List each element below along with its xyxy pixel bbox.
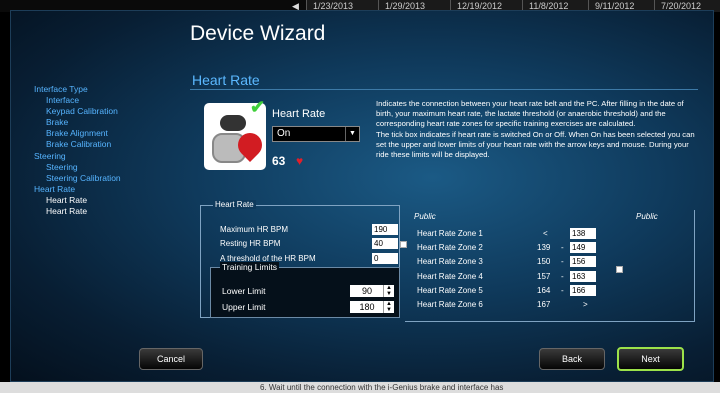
back-button[interactable]: Back	[539, 348, 605, 370]
zone-4-separator: -	[561, 272, 564, 281]
device-wizard-dialog	[10, 10, 714, 382]
zone-2-lower: 139	[537, 243, 551, 252]
zone-2-separator: -	[561, 243, 564, 252]
max-hr-label: Maximum HR BPM	[220, 225, 289, 234]
zone-1-label: Heart Rate Zone 1	[417, 229, 483, 238]
zone-6-label: Heart Rate Zone 6	[417, 300, 483, 309]
heart-rate-panel-title: Heart Rate	[213, 200, 256, 209]
training-limits-title: Training Limits	[220, 262, 279, 272]
nav-heart-rate-group[interactable]: Heart Rate	[34, 184, 75, 194]
heart-rate-label: Heart Rate	[272, 108, 326, 120]
lower-limit-label: Lower Limit	[222, 286, 266, 296]
resting-hr-input[interactable]: 40	[372, 238, 398, 249]
zone-3-lower: 150	[537, 257, 551, 266]
nav-steering-calibration[interactable]: Steering Calibration	[46, 173, 121, 183]
zone-1-upper-input[interactable]: 138	[570, 228, 596, 239]
section-title: Heart Rate	[192, 72, 260, 88]
chest-belt-graphic	[220, 115, 246, 131]
nav-interface[interactable]: Interface	[46, 95, 79, 105]
nav-steering-group[interactable]: Steering	[34, 151, 66, 161]
resting-hr-label: Resting HR BPM	[220, 239, 281, 248]
zone-6-separator: >	[583, 300, 588, 309]
zone-5-lower: 164	[537, 286, 551, 295]
description-body: Indicates the connection between your he…	[376, 99, 695, 160]
zone-2-upper-input[interactable]: 149	[570, 242, 596, 253]
nav-interface-type[interactable]: Interface Type	[34, 84, 88, 94]
zones-public-checkbox[interactable]	[616, 266, 623, 273]
zone-5-label: Heart Rate Zone 5	[417, 286, 483, 295]
max-hr-input[interactable]: 190	[372, 224, 398, 235]
description-text: Indicates the connection between your he…	[376, 99, 696, 194]
cancel-button[interactable]: Cancel	[139, 348, 203, 370]
zone-3-separator: -	[561, 257, 564, 266]
dialog-title: Device Wizard	[190, 22, 326, 45]
public-label-right: Public	[636, 212, 658, 221]
chevron-down-icon[interactable]: ▼	[345, 127, 359, 141]
upper-limit-spinner-icon[interactable]: ▲ ▼	[383, 301, 394, 313]
zone-4-lower: 157	[537, 272, 551, 281]
threshold-hr-input[interactable]: 0	[372, 253, 398, 264]
current-heart-rate: 63	[272, 154, 286, 168]
upper-limit-label: Upper Limit	[222, 302, 266, 312]
zone-3-label: Heart Rate Zone 3	[417, 257, 483, 266]
zone-2-label: Heart Rate Zone 2	[417, 243, 483, 252]
nav-heart-rate[interactable]: Heart Rate	[46, 195, 87, 205]
section-divider	[190, 89, 698, 90]
zone-4-label: Heart Rate Zone 4	[417, 272, 483, 281]
nav-brake[interactable]: Brake	[46, 117, 68, 127]
nav-brake-alignment[interactable]: Brake Alignment	[46, 128, 108, 138]
zone-5-upper-input[interactable]: 166	[570, 285, 596, 296]
zone-5-separator: -	[561, 286, 564, 295]
lower-limit-spinner-icon[interactable]: ▲ ▼	[383, 285, 394, 297]
next-button[interactable]: Next	[617, 347, 684, 371]
zone-6-lower: 167	[537, 300, 551, 309]
zone-3-upper-input[interactable]: 156	[570, 256, 596, 267]
heart-icon: ♥	[296, 154, 304, 168]
background-instruction-text: 6. Wait until the connection with the i-…	[0, 382, 720, 393]
nav-keypad-calibration[interactable]: Keypad Calibration	[46, 106, 118, 116]
nav-brake-calibration[interactable]: Brake Calibration	[46, 139, 111, 149]
heart-rate-select-value: On	[277, 128, 291, 139]
heart-rate-select[interactable]: On ▼	[272, 126, 360, 142]
nav-steering[interactable]: Steering	[46, 162, 78, 172]
public-label-left: Public	[414, 212, 436, 221]
zone-1-separator: <	[543, 229, 548, 238]
nav-heart-rate-current[interactable]: Heart Rate	[46, 206, 87, 216]
checkmark-icon: ✔	[250, 97, 266, 117]
zone-4-upper-input[interactable]: 163	[570, 271, 596, 282]
